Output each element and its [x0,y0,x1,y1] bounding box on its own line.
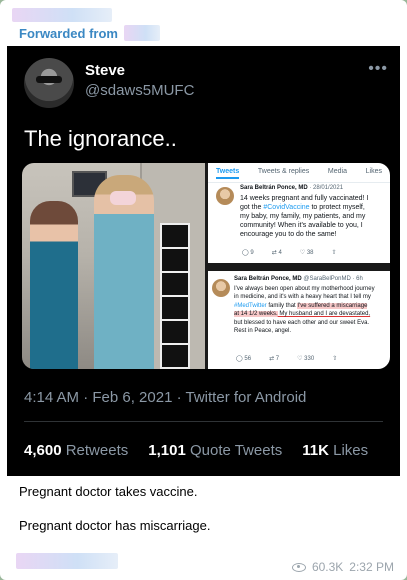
embedded-action-counts: ◯ 56 ⇄ 7 ♡ 330 ⇧ [236,356,338,362]
likes-stat: 11K Likes [302,442,369,459]
vaccination-photo [22,163,205,369]
tweet-meta: 4:14 AM · Feb 6, 2021 · Twitter for Andr… [24,389,307,406]
tweet-media: Tweets Tweets & replies Media Likes Sara… [22,163,390,369]
embedded-tab: Tweets & replies [257,168,310,175]
tweet-stats: 4,600 Retweets 1,101 Quote Tweets 11K Li… [24,442,368,459]
caption-line-1: Pregnant doctor takes vaccine. [19,484,198,499]
author-handle: @sdaws5MUFC [85,82,195,99]
redacted-signature [16,553,118,569]
embedded-avatar [216,187,234,205]
embedded-tab: Media [327,168,347,175]
tweet-screenshot[interactable]: Steve @sdaws5MUFC ••• The ignorance.. Tw… [7,46,400,476]
embedded-tweet-vaccinated: Tweets Tweets & replies Media Likes Sara… [208,163,390,263]
embedded-avatar [212,279,230,297]
embedded-text: I've always been open about my motherhoo… [234,286,375,335]
embedded-action-counts: ◯ 9 ⇄ 4 ♡ 38 ⇧ [242,250,337,256]
embedded-author: Sara Beltrán Ponce, MD · 28/01/2021 [240,185,344,191]
retweets-stat: 4,600 Retweets [24,442,129,459]
message-footer: 60.3K 2:32 PM [291,560,394,574]
forwarded-header[interactable]: Forwarded from [19,26,118,41]
quote-tweets-stat: 1,101 Quote Tweets [148,442,283,459]
message-bubble: Forwarded from Steve @sdaws5MUFC ••• The… [0,0,407,580]
embedded-tab: Likes [365,168,382,175]
tweet-source: Twitter for Android [185,389,307,406]
message-time: 2:32 PM [349,560,394,574]
divider [24,421,383,422]
embedded-text: 14 weeks pregnant and fully vaccinated! … [240,195,369,238]
redacted-sender-name [12,8,112,22]
tweet-timestamp: 4:14 AM · Feb 6, 2021 [24,389,173,406]
author-avatar [24,58,74,108]
embedded-tweet-miscarriage: Sara Beltrán Ponce, MD @SaraBelPonMD · 6… [208,271,390,369]
embedded-tabs: Tweets Tweets & replies Media Likes [208,163,390,183]
author-name: Steve [85,62,126,79]
embedded-author: Sara Beltrán Ponce, MD @SaraBelPonMD · 6… [234,276,363,282]
views-icon [291,562,306,572]
forwarded-label: Forwarded from [19,26,118,41]
redacted-forward-source[interactable] [124,25,160,41]
embedded-tab: Tweets [216,168,240,179]
caption-line-2: Pregnant doctor has miscarriage. [19,518,211,533]
view-count: 60.3K [311,560,344,574]
more-options-icon: ••• [368,60,388,77]
tweet-text: The ignorance.. [24,126,177,151]
